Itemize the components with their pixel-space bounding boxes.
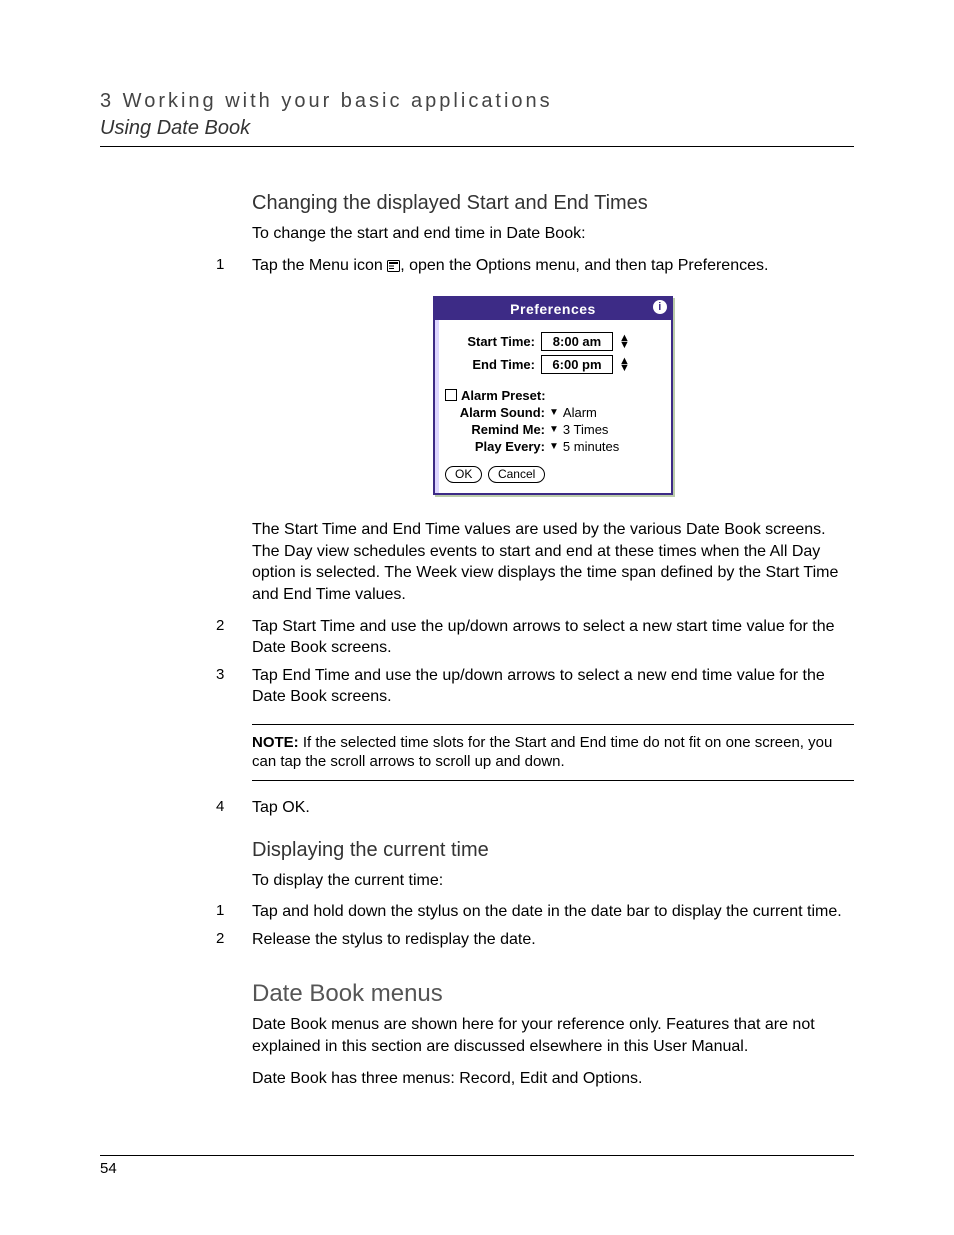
heading-datebook-menus: Date Book menus bbox=[252, 980, 854, 1008]
dialog-titlebar: Preferences i bbox=[435, 298, 671, 320]
step-4: 4 Tap OK. bbox=[252, 797, 854, 819]
step-text: Tap End Time and use the up/down arrows … bbox=[252, 665, 854, 708]
preferences-screenshot: Preferences i Start Time: 8:00 am ▲ ▼ En… bbox=[252, 296, 854, 495]
spinner-down-icon[interactable]: ▼ bbox=[619, 342, 630, 349]
heading-current-time: Displaying the current time bbox=[252, 839, 854, 862]
step-1: 1 Tap and hold down the stylus on the da… bbox=[252, 901, 854, 923]
intro-text: To change the start and end time in Date… bbox=[252, 223, 854, 245]
body-text: Date Book menus are shown here for your … bbox=[252, 1014, 854, 1057]
step-text: Tap and hold down the stylus on the date… bbox=[252, 901, 854, 923]
start-time-label: Start Time: bbox=[445, 334, 541, 349]
step-number: 4 bbox=[216, 797, 252, 819]
dropdown-icon[interactable]: ▼ bbox=[549, 441, 559, 452]
step-1: 1 Tap the Menu icon , open the Options m… bbox=[252, 255, 854, 279]
play-every-value[interactable]: 5 minutes bbox=[563, 439, 619, 454]
step-2: 2 Release the stylus to redisplay the da… bbox=[252, 929, 854, 951]
explanation-text: The Start Time and End Time values are u… bbox=[252, 519, 854, 605]
page-number: 54 bbox=[100, 1155, 854, 1177]
alarm-preset-checkbox[interactable]: Alarm Preset: bbox=[445, 388, 661, 403]
chapter-title: 3 Working with your basic applications bbox=[100, 90, 854, 113]
checkbox-icon[interactable] bbox=[445, 389, 457, 401]
start-time-spinner[interactable]: ▲ ▼ bbox=[619, 335, 630, 349]
step-text: Tap OK. bbox=[252, 797, 854, 819]
step-number: 1 bbox=[216, 901, 252, 923]
section-title: Using Date Book bbox=[100, 117, 854, 147]
step-1-text-b: , open the Options menu, and then tap Pr… bbox=[400, 257, 768, 274]
step-number: 3 bbox=[216, 665, 252, 708]
manual-page: 3 Working with your basic applications U… bbox=[0, 0, 954, 1235]
step-2: 2 Tap Start Time and use the up/down arr… bbox=[252, 616, 854, 659]
note-text: If the selected time slots for the Start… bbox=[252, 734, 832, 771]
play-every-label: Play Every: bbox=[445, 439, 549, 454]
spinner-down-icon[interactable]: ▼ bbox=[619, 365, 630, 372]
dropdown-icon[interactable]: ▼ bbox=[549, 407, 559, 418]
end-time-label: End Time: bbox=[445, 357, 541, 372]
note-box: NOTE: If the selected time slots for the… bbox=[252, 724, 854, 781]
end-time-field[interactable]: 6:00 pm bbox=[541, 355, 613, 374]
alarm-sound-value[interactable]: Alarm bbox=[563, 405, 597, 420]
end-time-spinner[interactable]: ▲ ▼ bbox=[619, 358, 630, 372]
start-time-field[interactable]: 8:00 am bbox=[541, 332, 613, 351]
step-text: Tap Start Time and use the up/down arrow… bbox=[252, 616, 854, 659]
intro-text: To display the current time: bbox=[252, 870, 854, 892]
step-number: 2 bbox=[216, 616, 252, 659]
note-label: NOTE: bbox=[252, 734, 299, 751]
step-text: Tap the Menu icon , open the Options men… bbox=[252, 255, 854, 279]
remind-me-value[interactable]: 3 Times bbox=[563, 422, 609, 437]
dropdown-icon[interactable]: ▼ bbox=[549, 424, 559, 435]
step-number: 2 bbox=[216, 929, 252, 951]
step-number: 1 bbox=[216, 255, 252, 279]
alarm-sound-label: Alarm Sound: bbox=[445, 405, 549, 420]
menu-icon bbox=[387, 257, 400, 279]
body-text: Date Book has three menus: Record, Edit … bbox=[252, 1068, 854, 1090]
cancel-button[interactable]: Cancel bbox=[488, 466, 545, 483]
dialog-title: Preferences bbox=[510, 301, 596, 317]
step-3: 3 Tap End Time and use the up/down arrow… bbox=[252, 665, 854, 708]
remind-me-label: Remind Me: bbox=[445, 422, 549, 437]
step-1-text-a: Tap the Menu icon bbox=[252, 257, 387, 274]
heading-start-end-times: Changing the displayed Start and End Tim… bbox=[252, 192, 854, 215]
alarm-preset-label: Alarm Preset: bbox=[461, 388, 546, 403]
step-text: Release the stylus to redisplay the date… bbox=[252, 929, 854, 951]
preferences-dialog: Preferences i Start Time: 8:00 am ▲ ▼ En… bbox=[433, 296, 673, 495]
ok-button[interactable]: OK bbox=[445, 466, 482, 483]
info-icon[interactable]: i bbox=[653, 300, 667, 314]
